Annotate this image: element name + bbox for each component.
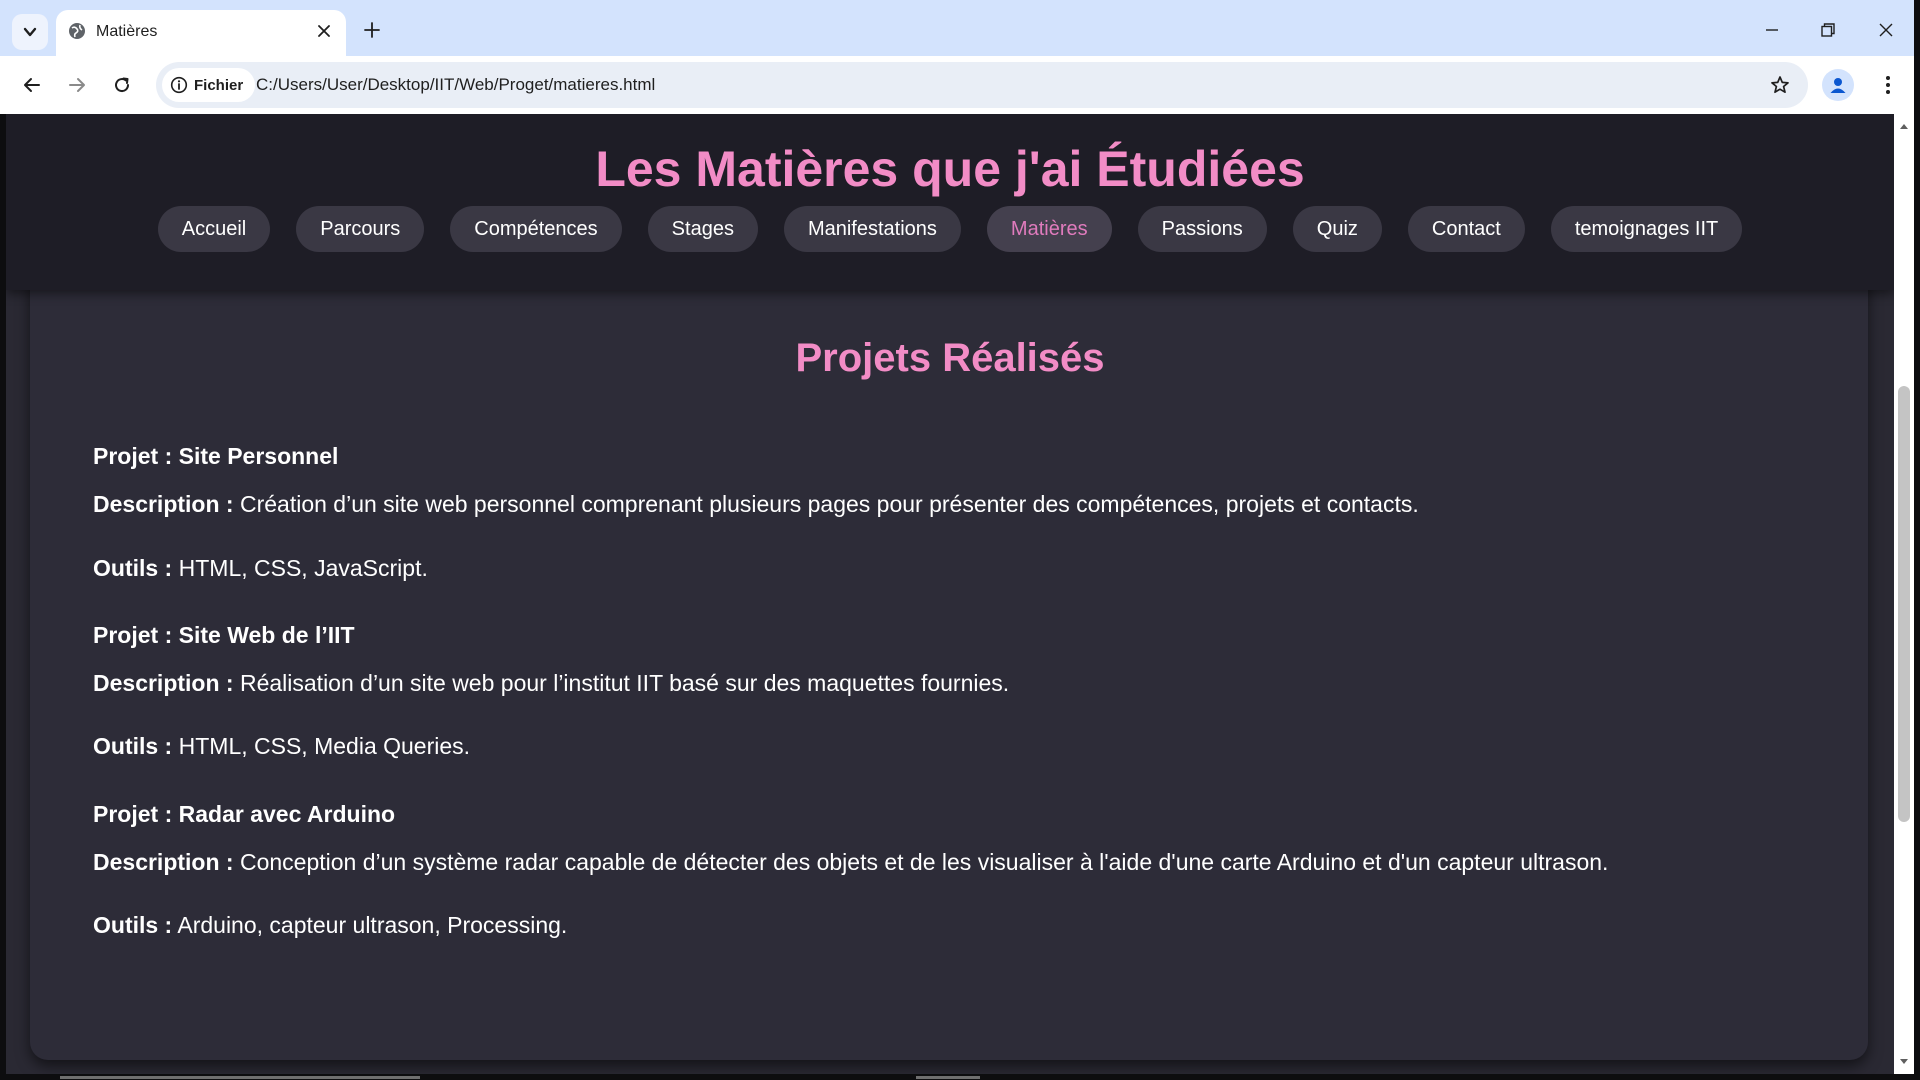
project-item: Projet : Site Web de l’IIT Description :… (93, 622, 1009, 759)
nav-item-matieres[interactable]: Matières (986, 206, 1112, 252)
plus-icon (364, 22, 380, 38)
forward-arrow-icon (69, 78, 85, 92)
tools-text: HTML, CSS, Media Queries. (178, 733, 471, 759)
profile-button[interactable] (1822, 69, 1854, 101)
project-description: Description : Réalisation d’un site web … (93, 670, 1009, 697)
project-description: Description : Conception d’un système ra… (93, 849, 1608, 876)
project-tools: Outils : HTML, CSS, JavaScript. (93, 555, 428, 582)
project-tools: Outils : HTML, CSS, Media Queries. (93, 733, 470, 760)
project-item: Projet : Radar avec Arduino Description … (93, 801, 1608, 938)
nav-item-parcours[interactable]: Parcours (296, 206, 425, 252)
nav-item-accueil[interactable]: Accueil (157, 206, 271, 252)
page-title: Les Matières que j'ai Étudiées (595, 141, 1305, 197)
project-item: Projet : Site Personnel Description : Cr… (93, 443, 1419, 581)
site-info-chip[interactable]: Fichier (162, 68, 256, 102)
tools-text: Arduino, capteur ultrason, Processing. (177, 912, 568, 938)
tools-label: Outils : (93, 912, 173, 938)
nav-item-passions[interactable]: Passions (1137, 206, 1267, 252)
site-header: Les Matières que j'ai Étudiées Accueil P… (6, 114, 1894, 290)
browser-tab[interactable]: Matières (56, 10, 346, 56)
restore-button[interactable] (1812, 14, 1844, 46)
description-text: Conception d’un système radar capable de… (239, 849, 1609, 875)
tools-text: HTML, CSS, JavaScript. (178, 555, 428, 581)
window-edge (1914, 0, 1920, 1080)
reload-icon (115, 77, 130, 93)
forward-button[interactable] (61, 69, 93, 101)
project-description: Description : Création d’un site web per… (93, 491, 1419, 518)
nav-item-contact[interactable]: Contact (1407, 206, 1525, 252)
url-text[interactable]: C:/Users/User/Desktop/IIT/Web/Proget/mat… (256, 75, 655, 95)
tools-label: Outils : (93, 555, 173, 581)
project-name: Projet : Site Web de l’IIT (93, 622, 355, 648)
more-vert-icon (1886, 76, 1890, 94)
section-title: Projets Réalisés (795, 336, 1105, 380)
chevron-down-icon (23, 27, 37, 37)
window-close-icon (1879, 23, 1893, 37)
info-icon (170, 76, 188, 94)
scrollbar-thumb[interactable] (1898, 386, 1910, 822)
profile-icon (1830, 78, 1846, 93)
description-label: Description : (93, 491, 234, 517)
restore-icon (1821, 23, 1835, 37)
nav-item-temoignages[interactable]: temoignages IIT (1550, 206, 1743, 252)
description-label: Description : (93, 670, 234, 696)
minimize-button[interactable] (1756, 14, 1788, 46)
close-tab-button[interactable] (314, 21, 334, 41)
close-icon (318, 25, 330, 37)
browser-tab-bar: Matières (0, 0, 1920, 56)
tab-title: Matières (96, 23, 158, 40)
main-nav: Accueil Parcours Compétences Stages Mani… (6, 206, 1894, 252)
nav-item-manifestations[interactable]: Manifestations (783, 206, 961, 252)
browser-menu-button[interactable] (1872, 69, 1904, 101)
triangle-down-icon (1900, 1059, 1908, 1064)
project-name: Projet : Radar avec Arduino (93, 801, 396, 827)
scroll-down-button[interactable] (1898, 1056, 1910, 1068)
tab-search-button[interactable] (12, 14, 48, 50)
nav-item-stages[interactable]: Stages (647, 206, 758, 252)
project-name: Projet : Site Personnel (93, 443, 339, 469)
back-button[interactable] (16, 69, 48, 101)
project-tools: Outils : Arduino, capteur ultrason, Proc… (93, 912, 567, 939)
close-window-button[interactable] (1870, 14, 1902, 46)
nav-item-competences[interactable]: Compétences (450, 206, 622, 252)
description-text: Réalisation d’un site web pour l’institu… (239, 670, 1010, 696)
scroll-up-button[interactable] (1898, 120, 1910, 132)
star-icon (1771, 76, 1789, 94)
browser-toolbar: Fichier C:/Users/User/Desktop/IIT/Web/Pr… (0, 56, 1920, 114)
new-tab-button[interactable] (358, 16, 386, 44)
address-bar[interactable]: Fichier C:/Users/User/Desktop/IIT/Web/Pr… (156, 62, 1808, 108)
nav-item-quiz[interactable]: Quiz (1292, 206, 1382, 252)
site-info-label: Fichier (194, 76, 244, 94)
taskbar-hint (916, 1076, 980, 1079)
triangle-up-icon (1900, 124, 1908, 129)
description-label: Description : (93, 849, 234, 875)
description-text: Création d’un site web personnel compren… (239, 491, 1419, 517)
back-arrow-icon (24, 78, 40, 92)
bookmark-button[interactable] (1764, 69, 1796, 101)
minimize-icon (1766, 29, 1778, 31)
reload-button[interactable] (106, 69, 138, 101)
tools-label: Outils : (93, 733, 173, 759)
globe-icon (69, 23, 85, 39)
page-viewport: Les Matières que j'ai Étudiées Accueil P… (6, 114, 1894, 1074)
taskbar-hint (60, 1076, 420, 1079)
